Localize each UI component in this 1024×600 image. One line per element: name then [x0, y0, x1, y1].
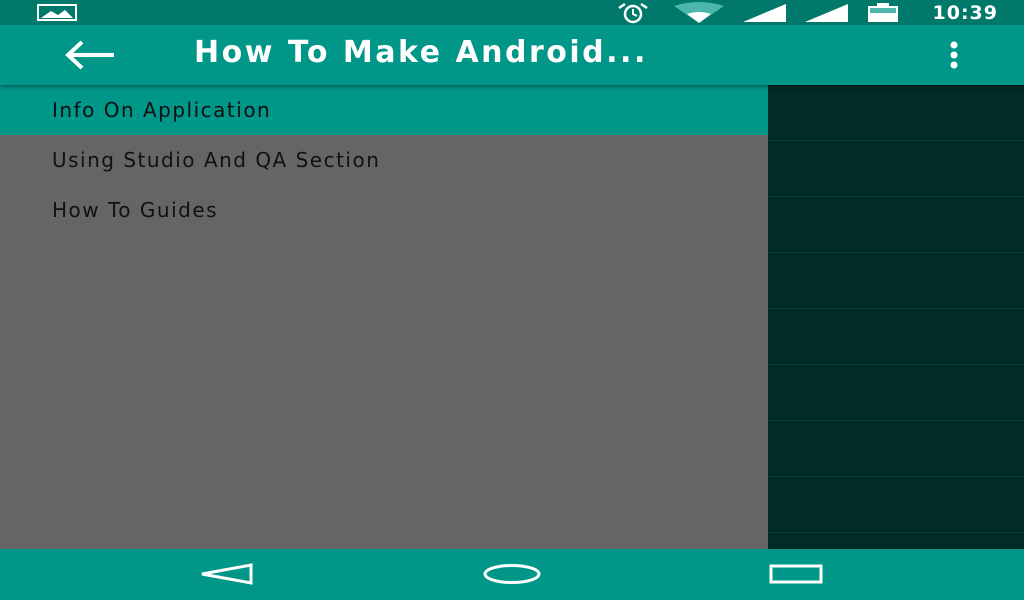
list-divider — [768, 140, 1024, 141]
signal-icon — [742, 3, 787, 23]
app-bar: How To Make Android... — [0, 25, 1024, 85]
home-circle-icon[interactable] — [482, 563, 542, 589]
arrow-back-icon[interactable] — [64, 39, 116, 71]
image-notification-icon — [37, 4, 77, 26]
drawer-item-label: Using Studio And QA Section — [52, 148, 381, 172]
list-divider — [768, 308, 1024, 309]
list-divider — [768, 532, 1024, 533]
wifi-icon — [673, 1, 725, 24]
signal-icon — [804, 3, 849, 23]
status-bar: 10:39 — [0, 0, 1024, 25]
list-divider — [768, 364, 1024, 365]
page-title: How To Make Android... — [194, 35, 648, 70]
alarm-icon — [611, 2, 655, 24]
drawer-item-how-to-guides[interactable]: How To Guides — [0, 185, 768, 235]
system-nav-bar — [0, 549, 1024, 600]
status-icons: 10:39 — [593, 0, 998, 25]
navigation-drawer: Info On Application Using Studio And QA … — [0, 85, 768, 549]
list-divider — [768, 476, 1024, 477]
drawer-item-info-on-application[interactable]: Info On Application — [0, 85, 768, 135]
drawer-item-label: How To Guides — [52, 198, 219, 222]
status-time: 10:39 — [932, 1, 998, 24]
drawer-item-using-studio[interactable]: Using Studio And QA Section — [0, 135, 768, 185]
list-divider — [768, 196, 1024, 197]
more-vert-icon[interactable] — [946, 40, 962, 70]
list-divider — [768, 252, 1024, 253]
drawer-item-label: Info On Application — [52, 98, 272, 122]
list-divider — [768, 420, 1024, 421]
back-triangle-icon[interactable] — [200, 563, 254, 589]
battery-icon — [867, 2, 899, 23]
main-content-scrim[interactable] — [768, 85, 1024, 549]
recents-square-icon[interactable] — [768, 563, 824, 589]
